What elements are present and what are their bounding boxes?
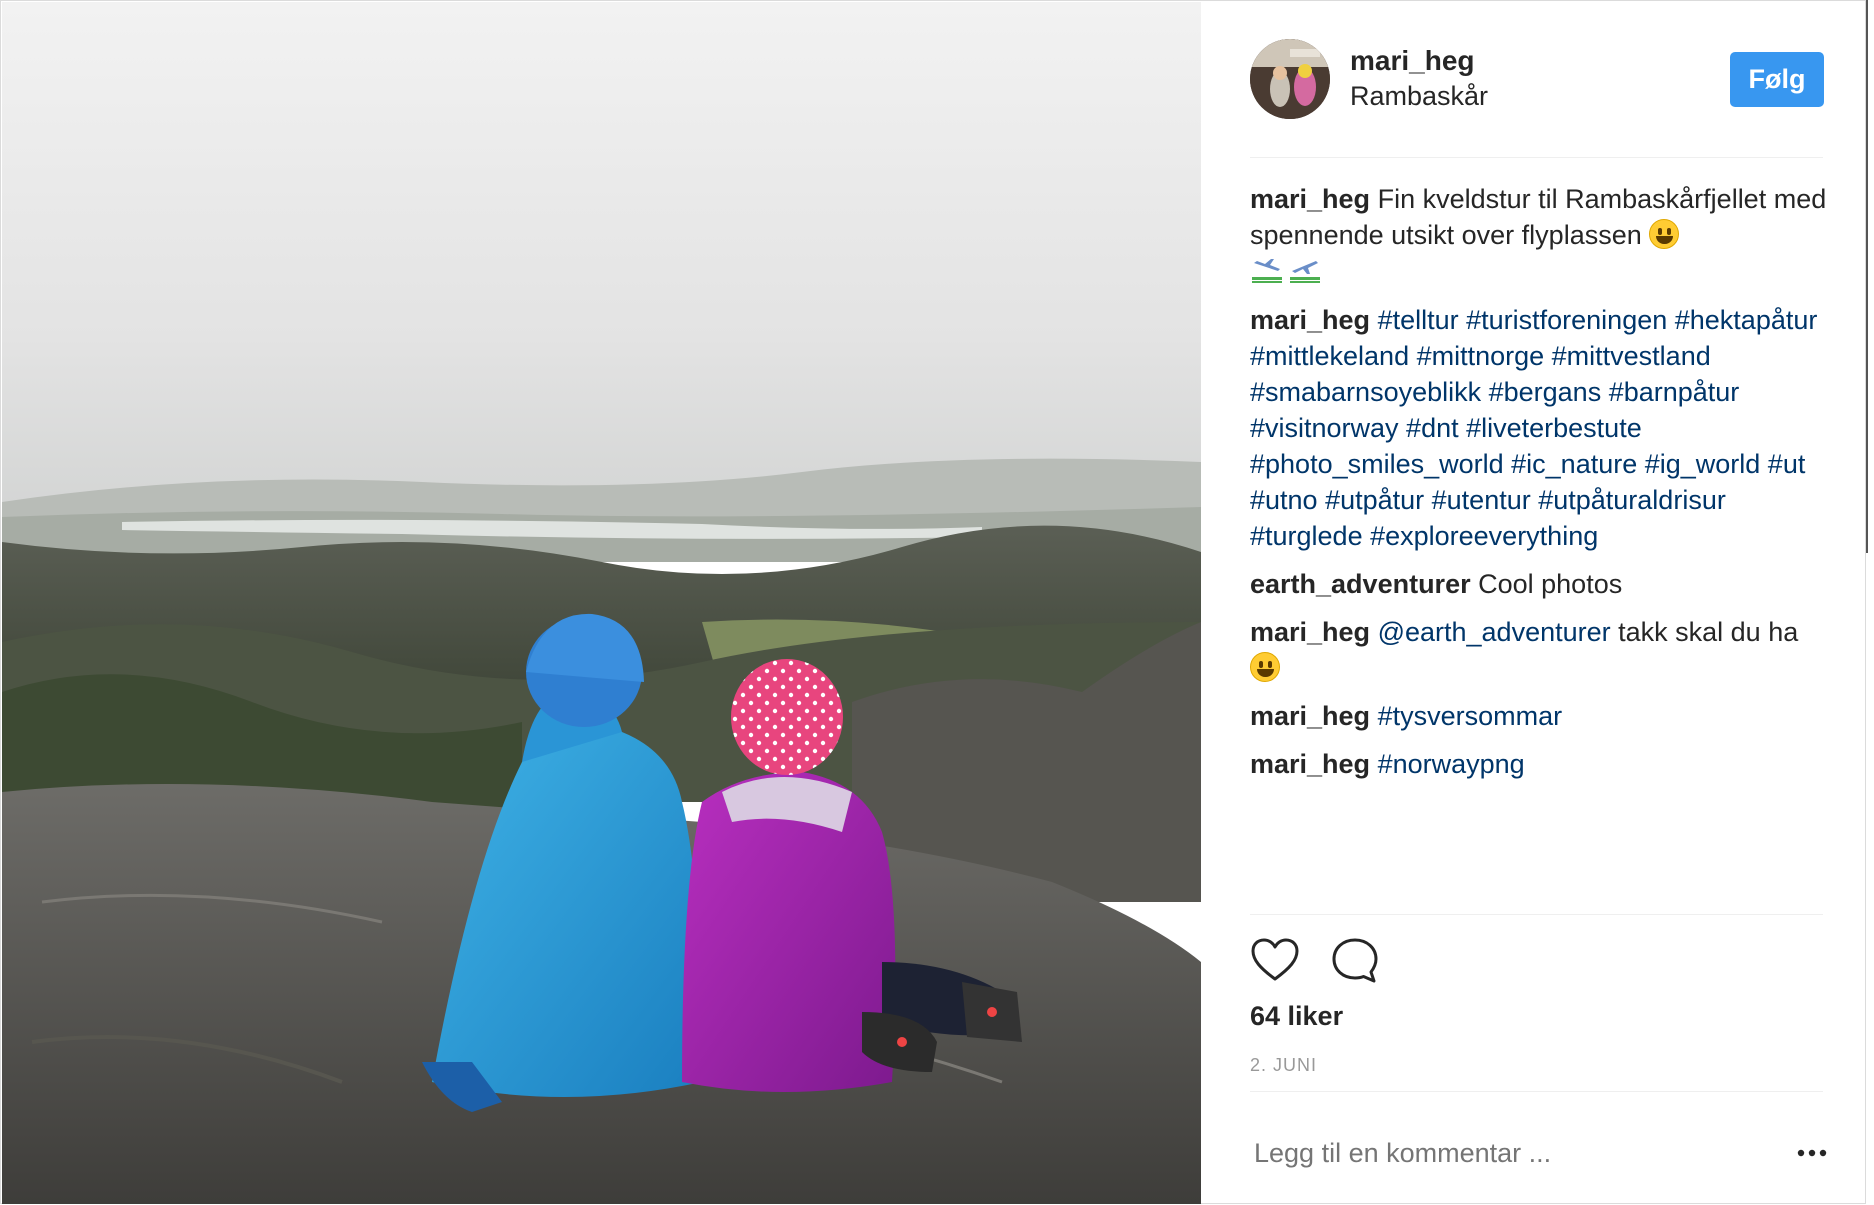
comment-hashtags: mari_heg #telltur #turistforeningen #hek… bbox=[1250, 302, 1830, 554]
add-comment-input[interactable] bbox=[1250, 1131, 1758, 1175]
airplane-arriving-emoji-icon bbox=[1252, 259, 1282, 283]
actions-divider bbox=[1250, 914, 1823, 915]
comment-reply: mari_heg @earth_adventurer takk skal du … bbox=[1250, 614, 1830, 686]
smiley-emoji-icon bbox=[1649, 219, 1680, 249]
follow-button[interactable]: Følg bbox=[1730, 52, 1824, 107]
location[interactable]: Rambaskår bbox=[1350, 81, 1488, 112]
comment-text: Cool photos bbox=[1478, 569, 1623, 599]
instagram-post: mari_heg Rambaskår Følg mari_heg Fin kve… bbox=[0, 0, 1866, 1204]
window-edge bbox=[1866, 0, 1874, 1204]
more-options-icon[interactable] bbox=[1795, 1138, 1829, 1168]
comment-hashtags: mari_heg #norwaypng bbox=[1250, 746, 1830, 782]
comment-hashtag-list[interactable]: #norwaypng bbox=[1378, 749, 1525, 779]
comments-list: mari_heg Fin kveldstur til Rambaskårfjel… bbox=[1250, 181, 1830, 794]
comment-bubble-icon[interactable] bbox=[1330, 936, 1380, 986]
post-date[interactable]: 2. JUNI bbox=[1250, 1055, 1317, 1076]
comment-input-divider bbox=[1250, 1091, 1823, 1092]
comment-text: takk skal du ha bbox=[1610, 617, 1799, 647]
post-photo[interactable] bbox=[2, 2, 1201, 1204]
comment-hashtags: mari_heg #tysversommar bbox=[1250, 698, 1830, 734]
avatar[interactable] bbox=[1250, 39, 1330, 119]
comment-mention[interactable]: @earth_adventurer bbox=[1378, 617, 1611, 647]
post-sidebar: mari_heg Rambaskår Følg mari_heg Fin kve… bbox=[1201, 1, 1867, 1205]
airplane-departing-emoji-icon bbox=[1290, 261, 1320, 283]
comment-hashtag-list[interactable]: #tysversommar bbox=[1378, 701, 1563, 731]
post-header: mari_heg Rambaskår Følg bbox=[1250, 39, 1824, 121]
comment-username[interactable]: earth_adventurer bbox=[1250, 569, 1471, 599]
photo-image bbox=[2, 2, 1201, 1204]
comment-caption: mari_heg Fin kveldstur til Rambaskårfjel… bbox=[1250, 181, 1830, 290]
post-actions bbox=[1250, 936, 1823, 986]
comment: earth_adventurer Cool photos bbox=[1250, 566, 1830, 602]
heart-icon[interactable] bbox=[1250, 936, 1300, 986]
comment-username[interactable]: mari_heg bbox=[1250, 701, 1370, 731]
header-divider bbox=[1250, 157, 1823, 158]
comment-username[interactable]: mari_heg bbox=[1250, 184, 1370, 214]
username[interactable]: mari_heg bbox=[1350, 45, 1475, 77]
avatar-image bbox=[1250, 39, 1330, 119]
comment-username[interactable]: mari_heg bbox=[1250, 305, 1370, 335]
likes-count[interactable]: 64 liker bbox=[1250, 1001, 1343, 1032]
window-edge-line bbox=[1866, 0, 1868, 553]
smiley-emoji-icon bbox=[1250, 652, 1280, 682]
comment-hashtag-list[interactable]: #telltur #turistforeningen #hektapåtur #… bbox=[1250, 305, 1817, 551]
comment-username[interactable]: mari_heg bbox=[1250, 749, 1370, 779]
comment-username[interactable]: mari_heg bbox=[1250, 617, 1370, 647]
